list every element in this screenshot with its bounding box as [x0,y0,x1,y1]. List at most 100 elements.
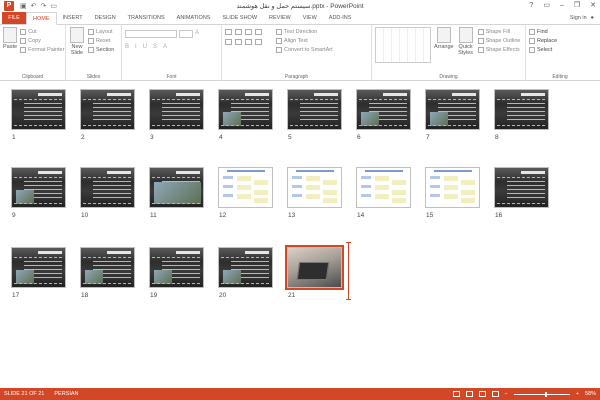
slide-thumbnail[interactable] [218,247,273,288]
layout-button[interactable]: Layout [88,27,114,36]
tab-animations[interactable]: ANIMATIONS [171,12,217,24]
slide-text-lines [507,103,545,123]
close-icon[interactable]: ✕ [590,0,596,12]
shapes-gallery[interactable] [375,27,431,63]
text-direction-button[interactable]: Text Direction [276,27,333,36]
present-icon[interactable]: ▭ [50,2,57,10]
undo-icon[interactable]: ↶ [31,2,37,10]
indent-icon[interactable] [245,29,252,35]
slide-text-lines [24,103,62,123]
save-icon[interactable]: ▣ [20,2,27,10]
strikethrough-icon[interactable]: S [153,44,157,50]
slide-thumbnail[interactable] [149,89,204,130]
slide-diagram [292,176,338,204]
copy-button[interactable]: Copy [20,36,64,45]
replace-button[interactable]: Replace [529,36,591,45]
zoom-level[interactable]: 58% [585,391,596,397]
slide-thumbnail[interactable] [218,89,273,130]
slide-sorter[interactable]: 1 2 3 4 5 6 7 8 9 10 11 12 13 14 15 16 17 18 19 20 21 [0,81,600,388]
slide-thumbnail[interactable] [285,245,344,290]
tab-view[interactable]: VIEW [297,12,323,24]
zoom-slider[interactable] [513,391,570,397]
zoom-slider-thumb[interactable] [545,391,548,397]
slide-thumbnail[interactable] [11,247,66,288]
paste-button[interactable]: Paste [3,27,17,54]
tab-add-ins[interactable]: ADD-INS [323,12,358,24]
bold-icon[interactable]: B [125,44,129,50]
slide-sorter-view-icon[interactable] [465,391,473,397]
bullets-icon[interactable] [225,29,232,35]
reset-button[interactable]: Reset [88,36,114,45]
slide-thumbnail[interactable] [149,247,204,288]
redo-icon[interactable]: ↷ [41,2,47,10]
minimize-icon[interactable]: – [560,0,564,12]
powerpoint-app-icon[interactable]: P [4,1,14,11]
slide-thumbnail[interactable] [287,167,342,208]
quick-styles-button[interactable]: Quick Styles [457,27,475,63]
tab-slide-show[interactable]: SLIDE SHOW [216,12,263,24]
tab-transitions[interactable]: TRANSITIONS [122,12,171,24]
font-grow-icon[interactable]: A [195,30,199,38]
replace-icon [529,37,535,44]
slide-thumbnail[interactable] [11,89,66,130]
slide-thumbnail[interactable] [80,167,135,208]
laptop-image [296,262,330,280]
justify-icon[interactable] [255,39,262,45]
outdent-icon[interactable] [255,29,262,35]
tab-design[interactable]: DESIGN [89,12,122,24]
ribbon-display-icon[interactable]: ▭ [543,0,550,12]
language-indicator[interactable]: PERSIAN [54,391,78,397]
slide-thumbnail[interactable] [287,89,342,130]
italic-icon[interactable]: I [135,44,137,50]
align-text-button[interactable]: Align Text [276,36,333,45]
slide-thumbnail[interactable] [356,167,411,208]
slide-thumbnail[interactable] [425,89,480,130]
slide-thumbnail[interactable] [494,89,549,130]
zoom-in-button[interactable]: + [576,391,579,397]
align-text-label: Align Text [284,37,308,44]
slide-number: 13 [288,212,296,219]
convert-smartart-button[interactable]: Convert to SmartArt [276,45,333,54]
shape-fill-button[interactable]: Shape Fill [477,27,521,36]
cut-button[interactable]: Cut [20,27,64,36]
slide-thumbnail[interactable] [356,89,411,130]
tab-file[interactable]: FILE [2,12,26,24]
slide-thumbnail[interactable] [80,89,135,130]
format-painter-button[interactable]: Format Painter [20,45,64,54]
font-name-box[interactable] [125,30,177,38]
slide-number: 19 [150,292,158,299]
font-size-box[interactable] [179,30,193,38]
slide-thumbnail[interactable] [425,167,480,208]
zoom-out-button[interactable]: − [505,391,508,397]
section-button[interactable]: Section [88,45,114,54]
tab-home[interactable]: HOME [26,12,57,25]
shape-outline-button[interactable]: Shape Outline [477,36,521,45]
normal-view-icon[interactable] [452,391,460,397]
slide-image [154,270,172,284]
help-icon[interactable]: ? [529,0,533,12]
new-slide-button[interactable]: New Slide [69,27,85,56]
align-left-icon[interactable] [225,39,232,45]
window-title: سیستم حمل و نقل هوشمند.pptx - PowerPoint [236,3,364,10]
align-center-icon[interactable] [235,39,242,45]
arrange-button[interactable]: Arrange [434,27,454,63]
slide-thumbnail[interactable] [494,167,549,208]
slide-thumbnail[interactable] [149,167,204,208]
numbering-icon[interactable] [235,29,242,35]
underline-icon[interactable]: U [143,44,147,50]
tab-review[interactable]: REVIEW [263,12,297,24]
sign-in-link[interactable]: Sign in ● [570,12,594,24]
align-right-icon[interactable] [245,39,252,45]
shape-outline-label: Shape Outline [485,37,521,44]
restore-icon[interactable]: ❐ [574,0,580,12]
slide-thumbnail[interactable] [11,167,66,208]
find-button[interactable]: Find [529,27,591,36]
reading-view-icon[interactable] [478,391,486,397]
slide-thumbnail[interactable] [218,167,273,208]
slide-thumbnail[interactable] [80,247,135,288]
tab-insert[interactable]: INSERT [57,12,89,24]
font-color-icon[interactable]: A [163,44,167,50]
select-button[interactable]: Select [529,45,591,54]
shape-effects-button[interactable]: Shape Effects [477,45,521,54]
slide-show-view-icon[interactable] [491,391,499,397]
